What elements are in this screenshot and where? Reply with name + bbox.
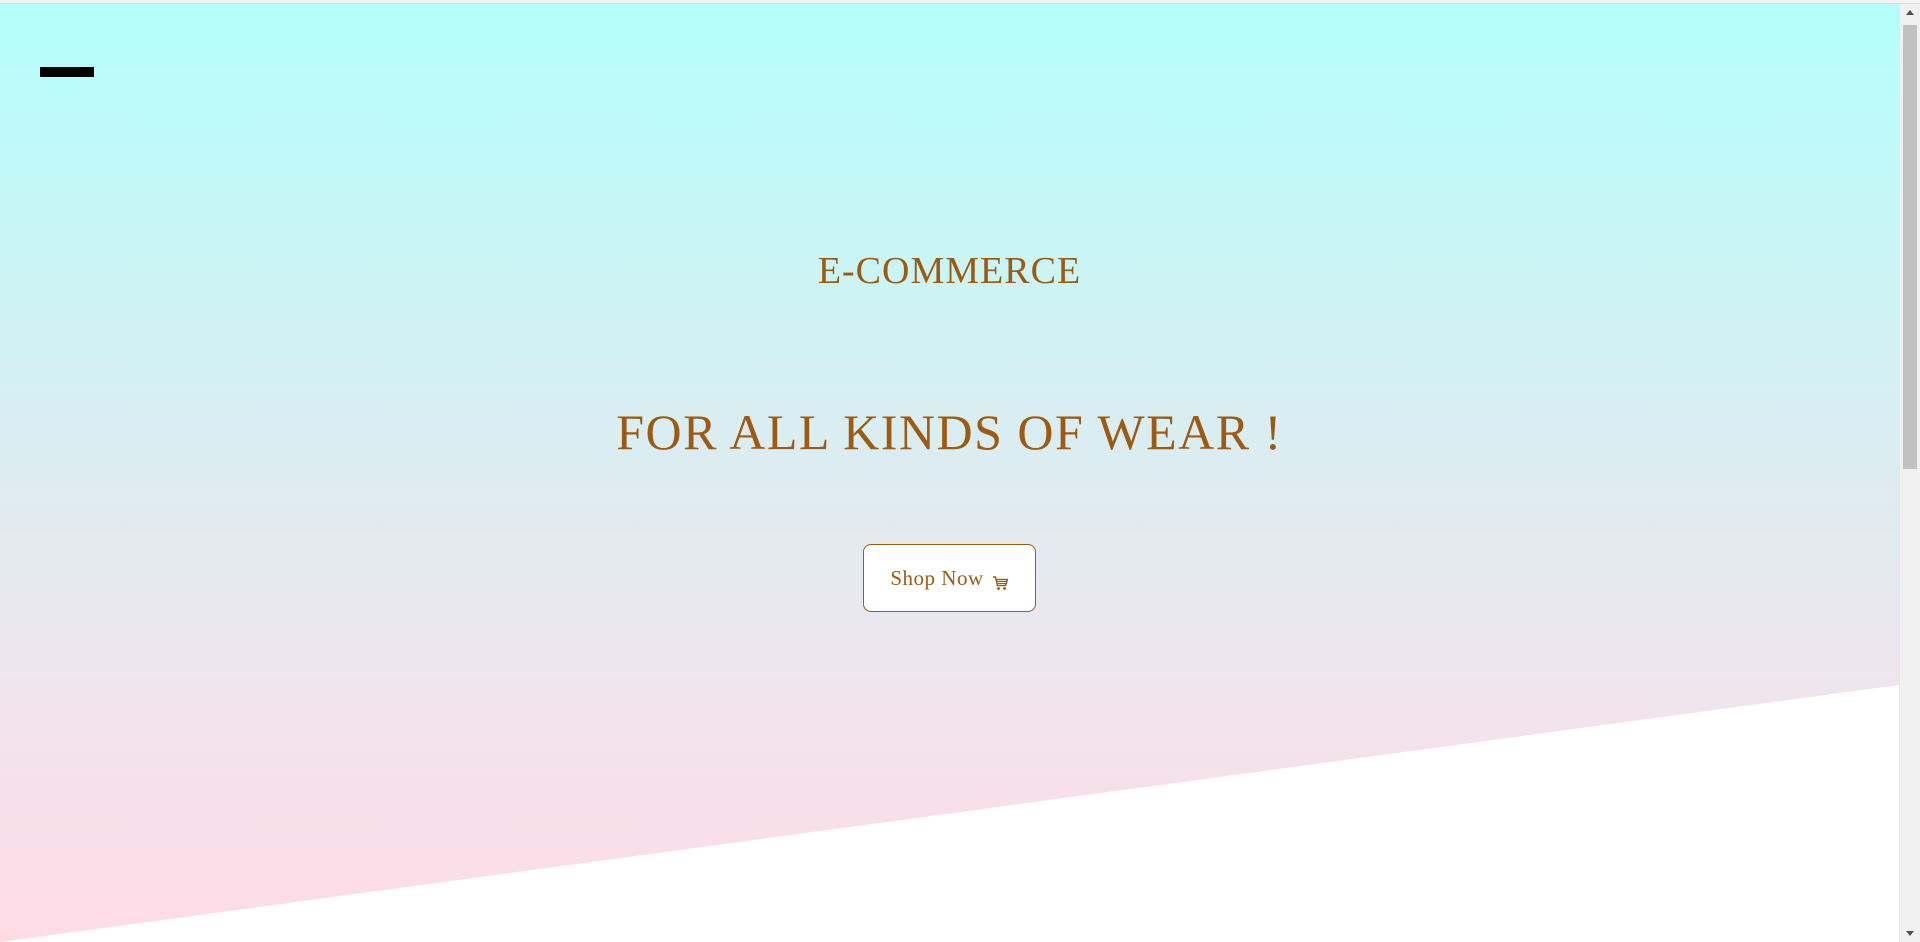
hero-subtitle: FOR ALL KINDS OF WEAR ! — [616, 404, 1283, 460]
shop-now-label: Shop Now — [890, 565, 984, 590]
menu-icon[interactable] — [40, 67, 94, 77]
scroll-up-arrow-icon[interactable] — [1900, 4, 1920, 21]
hero-title: E-COMMERCE — [817, 250, 1082, 292]
scroll-down-arrow-icon[interactable] — [1900, 925, 1920, 942]
hero-section: E-COMMERCE FOR ALL KINDS OF WEAR ! Shop … — [0, 4, 1899, 942]
shop-now-button[interactable]: Shop Now — [863, 544, 1036, 612]
vertical-scrollbar[interactable] — [1899, 4, 1920, 942]
page-viewport: E-COMMERCE FOR ALL KINDS OF WEAR ! Shop … — [0, 4, 1899, 942]
cart-icon — [992, 572, 1009, 590]
scrollbar-thumb[interactable] — [1903, 25, 1917, 469]
